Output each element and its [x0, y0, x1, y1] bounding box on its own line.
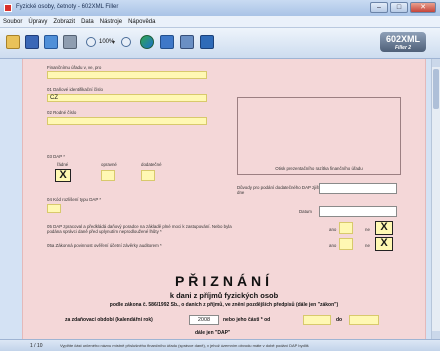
- scroll-up-icon[interactable]: [432, 59, 440, 67]
- vertical-scrollbar[interactable]: [431, 59, 440, 339]
- tax-period-label: za zdaňovací období (kalendářní rok): [65, 317, 153, 323]
- period-to-label: do: [336, 317, 343, 323]
- period-from-field[interactable]: [303, 315, 331, 325]
- menu-bar: Soubor Úpravy Zobrazit Data Nástroje Náp…: [0, 16, 440, 28]
- save-icon[interactable]: [25, 35, 39, 49]
- supplementary-date-field[interactable]: [319, 183, 397, 194]
- scroll-down-icon[interactable]: [432, 331, 440, 339]
- tax-advisor-label: 05 DAP zpracoval a předkládá daňový pora…: [47, 224, 232, 234]
- audit-yes-checkbox[interactable]: [339, 238, 353, 250]
- zoom-in-icon[interactable]: [121, 37, 131, 47]
- title-bar: Fyzické osoby, četnoty - 602XML Filler –…: [0, 0, 440, 17]
- status-bar: 1 / 10 Vyplňte část určeného názvu místn…: [0, 339, 440, 351]
- dap-short-label: dále jen "DAP": [195, 330, 231, 336]
- audit-no-checkbox[interactable]: X: [375, 237, 393, 251]
- menu-data[interactable]: Data: [81, 19, 94, 25]
- open-folder-icon[interactable]: [6, 35, 20, 49]
- menu-tools[interactable]: Nástroje: [100, 19, 122, 25]
- minimize-button[interactable]: –: [370, 2, 388, 13]
- app-logo: 602XML Filler 2: [380, 32, 426, 52]
- form-subtitle: k dani z příjmů fyzických osob: [169, 291, 279, 300]
- advisor-yes-checkbox[interactable]: [339, 222, 353, 234]
- export-icon[interactable]: [200, 35, 214, 49]
- advisor-no-label: ne: [365, 227, 370, 232]
- zoom-out-icon[interactable]: [86, 37, 96, 47]
- refresh-icon[interactable]: [140, 35, 154, 49]
- dap-corrective-checkbox[interactable]: [101, 170, 115, 181]
- date-label: Datum: [299, 209, 312, 214]
- audit-label: 05a Zákonná povinnost ověření účetní záv…: [47, 243, 162, 248]
- menu-view[interactable]: Zobrazit: [53, 19, 75, 25]
- dap-regular-label: řádné: [57, 162, 69, 167]
- supplementary-reason-label: Důvody pro podání dodatečného DAP zjiště…: [237, 185, 327, 195]
- dap-corrective-label: opravné: [101, 162, 117, 167]
- office-stamp-box: Otisk prezentačního razítka finančního ú…: [237, 97, 401, 175]
- dap-supplementary-label: dodatečné: [141, 162, 162, 167]
- birth-number-field[interactable]: [47, 117, 207, 125]
- dap-type-code-field[interactable]: [47, 204, 61, 213]
- print-icon[interactable]: [63, 35, 77, 49]
- page-indicator: 1 / 10: [30, 343, 43, 349]
- tax-form-page: Finančnímu úřadu v, ve, pro 01 Daňové id…: [22, 59, 426, 345]
- tax-year-field[interactable]: 2008: [189, 315, 219, 325]
- window-controls: – □ ✕: [370, 2, 436, 13]
- form-law-reference: podle zákona č. 586/1992 Sb., o daních z…: [109, 302, 339, 308]
- tax-id-field[interactable]: CZ: [47, 94, 207, 102]
- logo-subtext: Filler 2: [394, 45, 412, 51]
- period-part-label: nebo jeho části * od: [223, 317, 271, 323]
- check-icon[interactable]: [180, 35, 194, 49]
- menu-help[interactable]: Nápověda: [128, 19, 155, 25]
- toolbar: 100% ▾ 602XML Filler 2: [0, 28, 440, 59]
- window-title: Fyzické osoby, četnoty - 602XML Filler: [16, 4, 119, 10]
- audit-yes-label: ano: [329, 243, 337, 248]
- dap-regular-checkbox[interactable]: X: [55, 169, 71, 182]
- advisor-no-checkbox[interactable]: X: [375, 221, 393, 235]
- menu-edit[interactable]: Úpravy: [28, 19, 47, 25]
- period-to-field[interactable]: [349, 315, 379, 325]
- tax-office-label: Finančnímu úřadu v, ve, pro: [47, 65, 102, 70]
- app-icon: [4, 4, 12, 12]
- send-icon[interactable]: [160, 35, 174, 49]
- menu-file[interactable]: Soubor: [3, 19, 22, 25]
- close-button[interactable]: ✕: [410, 2, 436, 13]
- zoom-dropdown-icon[interactable]: ▾: [112, 39, 115, 46]
- birth-number-label: 02 Rodné číslo: [47, 110, 77, 115]
- status-hint: Vyplňte část určeného názvu místně přísl…: [60, 343, 309, 348]
- dap-type-label: 03 DAP *: [47, 154, 65, 159]
- dap-supplementary-checkbox[interactable]: [141, 170, 155, 181]
- scroll-thumb[interactable]: [433, 69, 439, 109]
- office-stamp-label: Otisk prezentačního razítka finančního ú…: [275, 166, 363, 171]
- form-title: PŘIZNÁNÍ: [174, 273, 274, 289]
- date-field[interactable]: [319, 206, 397, 217]
- advisor-yes-label: ano: [329, 227, 337, 232]
- dap-type-code-label: 04 Kód rozlišení typu DAP *: [47, 197, 102, 202]
- properties-icon[interactable]: [44, 35, 58, 49]
- tax-office-field[interactable]: [47, 71, 207, 79]
- maximize-button[interactable]: □: [390, 2, 408, 13]
- logo-text: 602XML: [385, 34, 420, 44]
- audit-no-label: ne: [365, 243, 370, 248]
- tax-id-label: 01 Daňové identifikační číslo: [47, 87, 103, 92]
